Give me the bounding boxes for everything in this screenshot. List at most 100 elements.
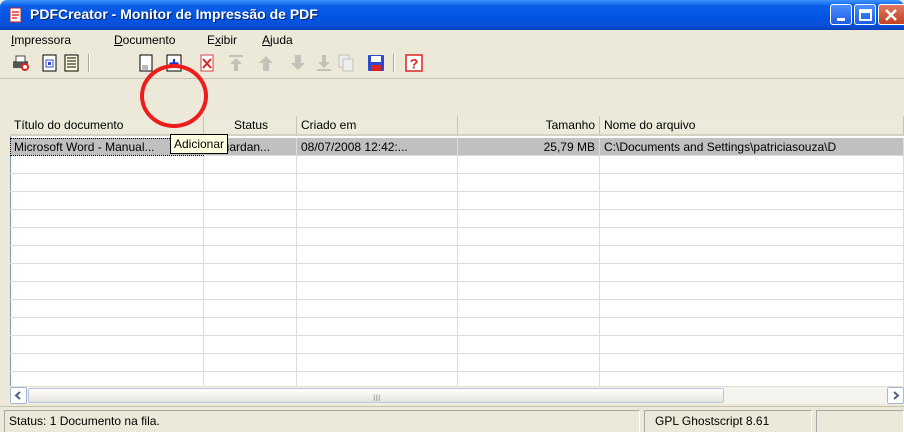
empty-cell [204, 300, 297, 318]
title-bar[interactable]: PDFCreator - Monitor de Impressão de PDF [0, 0, 904, 30]
empty-cell [458, 354, 600, 372]
status-bar: Status: 1 Documento na fila. GPL Ghostsc… [0, 406, 904, 432]
svg-text:?: ? [410, 56, 419, 72]
cell-filename: C:\Documents and Settings\patriciasouza\… [600, 138, 904, 156]
empty-cell [10, 264, 204, 282]
empty-cell [10, 318, 204, 336]
empty-cell [204, 264, 297, 282]
empty-cell [10, 300, 204, 318]
column-header-filename[interactable]: Nome do arquivo [600, 116, 904, 136]
empty-cell [458, 282, 600, 300]
empty-cell [10, 228, 204, 246]
empty-cell [458, 192, 600, 210]
scroll-right-button[interactable] [887, 387, 904, 404]
duplicate-icon[interactable] [336, 53, 356, 73]
cell-size: 25,79 MB [458, 138, 600, 156]
empty-cell [600, 318, 904, 336]
empty-cell [600, 228, 904, 246]
close-button[interactable] [878, 4, 904, 25]
empty-cell [600, 336, 904, 354]
move-up-icon[interactable] [256, 53, 276, 73]
menu-bar: Impressora Documento Exibir Ajuda [0, 30, 904, 50]
help-icon[interactable]: ? [404, 53, 424, 73]
empty-cell [297, 282, 458, 300]
maximize-button[interactable] [854, 4, 876, 25]
empty-cell [297, 336, 458, 354]
empty-cell [204, 246, 297, 264]
empty-cell [600, 264, 904, 282]
move-down-icon[interactable] [288, 53, 308, 73]
save-icon[interactable] [366, 53, 386, 73]
empty-cell [600, 174, 904, 192]
empty-cell [600, 210, 904, 228]
move-bottom-icon[interactable] [314, 53, 334, 73]
empty-cell [600, 246, 904, 264]
empty-cell [10, 156, 204, 174]
scroll-left-button[interactable] [10, 387, 27, 404]
empty-cell [10, 282, 204, 300]
empty-cell [297, 300, 458, 318]
empty-cell [10, 354, 204, 372]
empty-cell [458, 228, 600, 246]
empty-cell [10, 192, 204, 210]
empty-cell [458, 156, 600, 174]
empty-cell [204, 336, 297, 354]
horizontal-scrollbar[interactable]: III [10, 386, 904, 404]
menu-impressora[interactable]: Impressora [11, 33, 71, 47]
document-settings-icon[interactable] [40, 53, 60, 73]
empty-cell [10, 210, 204, 228]
empty-cell [204, 228, 297, 246]
column-header-status[interactable]: Status [204, 116, 297, 136]
column-header-created[interactable]: Criado em [297, 116, 458, 136]
toolbar: ? [0, 50, 904, 79]
toolbar-separator [88, 54, 90, 72]
log-icon[interactable] [62, 53, 82, 73]
empty-cell [600, 282, 904, 300]
window-title: PDFCreator - Monitor de Impressão de PDF [30, 6, 318, 22]
scrollbar-thumb[interactable]: III [28, 388, 724, 403]
empty-cell [458, 318, 600, 336]
empty-cell [297, 228, 458, 246]
status-panel-empty [816, 410, 904, 432]
empty-cell [600, 192, 904, 210]
empty-cell [297, 174, 458, 192]
menu-ajuda[interactable]: Ajuda [262, 33, 293, 47]
empty-cell [297, 246, 458, 264]
empty-cell [297, 354, 458, 372]
empty-cell [458, 300, 600, 318]
move-top-icon[interactable] [226, 53, 246, 73]
empty-cell [458, 210, 600, 228]
application-window: PDFCreator - Monitor de Impressão de PDF… [0, 0, 904, 432]
column-header-size[interactable]: Tamanho [458, 116, 600, 136]
menu-exibir[interactable]: Exibir [207, 33, 237, 47]
cell-created: 08/07/2008 12:42:... [297, 138, 458, 156]
minimize-button[interactable] [830, 4, 852, 25]
printer-icon[interactable] [11, 53, 31, 73]
toolbar-separator [393, 54, 395, 72]
empty-cell [204, 210, 297, 228]
empty-cell [458, 174, 600, 192]
ghostscript-version: GPL Ghostscript 8.61 [644, 410, 812, 432]
empty-cell [297, 156, 458, 174]
add-file-icon[interactable] [136, 53, 156, 73]
empty-cell [297, 192, 458, 210]
add-icon[interactable] [164, 53, 184, 73]
delete-icon[interactable] [198, 53, 218, 73]
empty-cell [600, 354, 904, 372]
empty-cell [204, 318, 297, 336]
pdfcreator-app-icon[interactable] [8, 7, 24, 23]
menu-documento[interactable]: Documento [114, 33, 175, 47]
empty-cell [600, 156, 904, 174]
column-header-title[interactable]: Título do documento [10, 116, 204, 136]
empty-cell [204, 354, 297, 372]
empty-cell [458, 336, 600, 354]
empty-cell [458, 246, 600, 264]
empty-cell [297, 264, 458, 282]
empty-cell [204, 156, 297, 174]
scrollbar-grip: III [373, 393, 381, 403]
empty-cell [458, 264, 600, 282]
tooltip: Adicionar [170, 134, 229, 154]
status-text: Status: 1 Documento na fila. [4, 410, 640, 432]
empty-cell [204, 192, 297, 210]
empty-cell [10, 174, 204, 192]
